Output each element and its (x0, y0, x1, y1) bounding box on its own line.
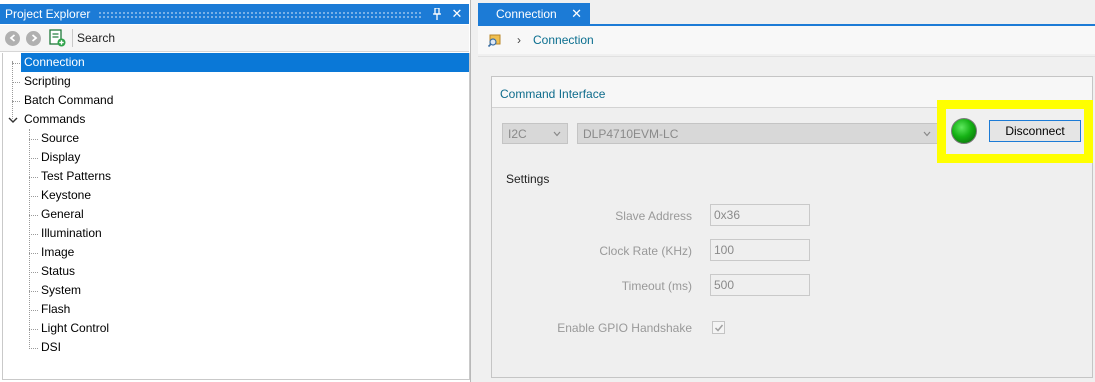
toolbar-separator (72, 29, 73, 47)
tree-guide (12, 63, 20, 64)
tree-guide (29, 234, 38, 235)
tree-item-label: Source (41, 131, 80, 145)
timeout-label: Timeout (ms) (621, 279, 692, 293)
tree-item-light-control[interactable]: Light Control (41, 319, 109, 338)
tree-item-label: Test Patterns (41, 169, 112, 183)
tree-item-test-patterns[interactable]: Test Patterns (41, 167, 111, 186)
tree-guide (29, 196, 38, 197)
tree-guide (12, 101, 20, 102)
tree-item-flash[interactable]: Flash (41, 300, 70, 319)
status-led-icon (951, 118, 977, 144)
tree-item-status[interactable]: Status (41, 262, 75, 281)
breadcrumb-divider (478, 56, 1095, 57)
tree-item-label: Connection (24, 55, 85, 69)
tree-guide (29, 177, 38, 178)
tree-item-commands[interactable]: Commands (24, 110, 85, 129)
device-select-value: DLP4710EVM-LC (583, 127, 679, 141)
tree-guide (29, 348, 38, 349)
interface-select[interactable]: I2C (502, 123, 568, 144)
tree-item-label: System (41, 283, 82, 297)
tree-item-batch-command[interactable]: Batch Command (24, 91, 113, 110)
tree-item-label: Scripting (24, 74, 71, 88)
tree-guide (12, 82, 20, 83)
project-explorer-pane: Project Explorer ✕ Search Connection Scr… (0, 0, 471, 382)
tree-item-dsi[interactable]: DSI (41, 338, 61, 357)
highlight-box: Disconnect (937, 100, 1093, 163)
tree-item-display[interactable]: Display (41, 148, 80, 167)
gpio-handshake-label: Enable GPIO Handshake (557, 321, 692, 335)
close-icon[interactable]: ✕ (449, 6, 465, 22)
tree-item-image[interactable]: Image (41, 243, 74, 262)
titlebar-grip[interactable] (98, 10, 421, 18)
breadcrumb: › Connection (478, 26, 1095, 54)
connection-controls: Disconnect (946, 109, 1084, 154)
slave-address-label: Slave Address (615, 209, 692, 223)
add-item-icon[interactable] (48, 29, 66, 47)
tree-item-keystone[interactable]: Keystone (41, 186, 91, 205)
clock-rate-field[interactable]: 100 (710, 239, 810, 261)
tree-item-scripting[interactable]: Scripting (24, 72, 71, 91)
tree-item-general[interactable]: General (41, 205, 84, 224)
pin-icon[interactable] (429, 6, 445, 22)
tree-item-label: Illumination (41, 226, 102, 240)
tab-connection[interactable]: Connection ✕ (478, 3, 590, 24)
tree-item-label: Batch Command (24, 93, 114, 107)
tab-label: Connection (496, 6, 557, 21)
tree-item-illumination[interactable]: Illumination (41, 224, 102, 243)
slave-address-field[interactable]: 0x36 (710, 204, 810, 226)
forward-icon[interactable] (26, 30, 41, 46)
tree-guide (29, 253, 38, 254)
tree-item-label: Status (41, 264, 76, 278)
tree-guide (29, 215, 38, 216)
settings-title: Settings (506, 172, 550, 186)
interface-select-value: I2C (508, 127, 527, 141)
command-interface-panel: Command Interface I2C DLP4710EVM-LC Disc… (491, 76, 1093, 378)
clock-rate-label: Clock Rate (KHz) (599, 244, 692, 258)
explorer-toolbar: Search (0, 25, 469, 52)
project-explorer-titlebar: Project Explorer ✕ (0, 4, 469, 24)
tree-guide (29, 158, 38, 159)
tree-item-label: Flash (41, 302, 71, 316)
folder-search-icon[interactable] (487, 32, 503, 48)
command-interface-title: Command Interface (500, 87, 606, 101)
device-select[interactable]: DLP4710EVM-LC (577, 123, 938, 144)
disconnect-button[interactable]: Disconnect (989, 120, 1081, 142)
project-explorer-title: Project Explorer (5, 7, 91, 21)
breadcrumb-separator: › (517, 33, 521, 47)
tree-item-connection[interactable]: Connection (21, 53, 469, 72)
document-area: Connection ✕ › Connection Command Interf… (478, 0, 1095, 382)
tree-guide (29, 310, 38, 311)
breadcrumb-current[interactable]: Connection (533, 33, 594, 47)
project-tree: Connection Scripting Batch Command Comma… (2, 53, 470, 380)
tree-guide (29, 272, 38, 273)
checkmark-icon (714, 324, 724, 332)
tree-guide (29, 129, 30, 349)
tree-guide (12, 61, 13, 119)
gpio-handshake-checkbox[interactable] (712, 321, 725, 334)
tree-item-label: General (41, 207, 84, 221)
tree-item-label: DSI (41, 340, 62, 354)
chevron-down-icon[interactable] (7, 114, 19, 126)
tree-guide (29, 329, 38, 330)
timeout-field[interactable]: 500 (710, 274, 810, 296)
chevron-down-icon (553, 131, 561, 137)
tree-item-label: Light Control (41, 321, 110, 335)
tree-item-label: Commands (24, 112, 86, 126)
chevron-down-icon (923, 131, 931, 137)
back-icon[interactable] (5, 30, 20, 46)
tree-item-label: Keystone (41, 188, 92, 202)
document-tabbar: Connection ✕ (478, 0, 1095, 26)
search-input[interactable]: Search (77, 31, 115, 45)
tree-guide (29, 291, 38, 292)
tree-item-label: Display (41, 150, 81, 164)
tree-item-label: Image (41, 245, 75, 259)
tree-item-source[interactable]: Source (41, 129, 79, 148)
tree-guide (29, 139, 38, 140)
tree-item-system[interactable]: System (41, 281, 81, 300)
close-tab-icon[interactable]: ✕ (571, 6, 582, 22)
